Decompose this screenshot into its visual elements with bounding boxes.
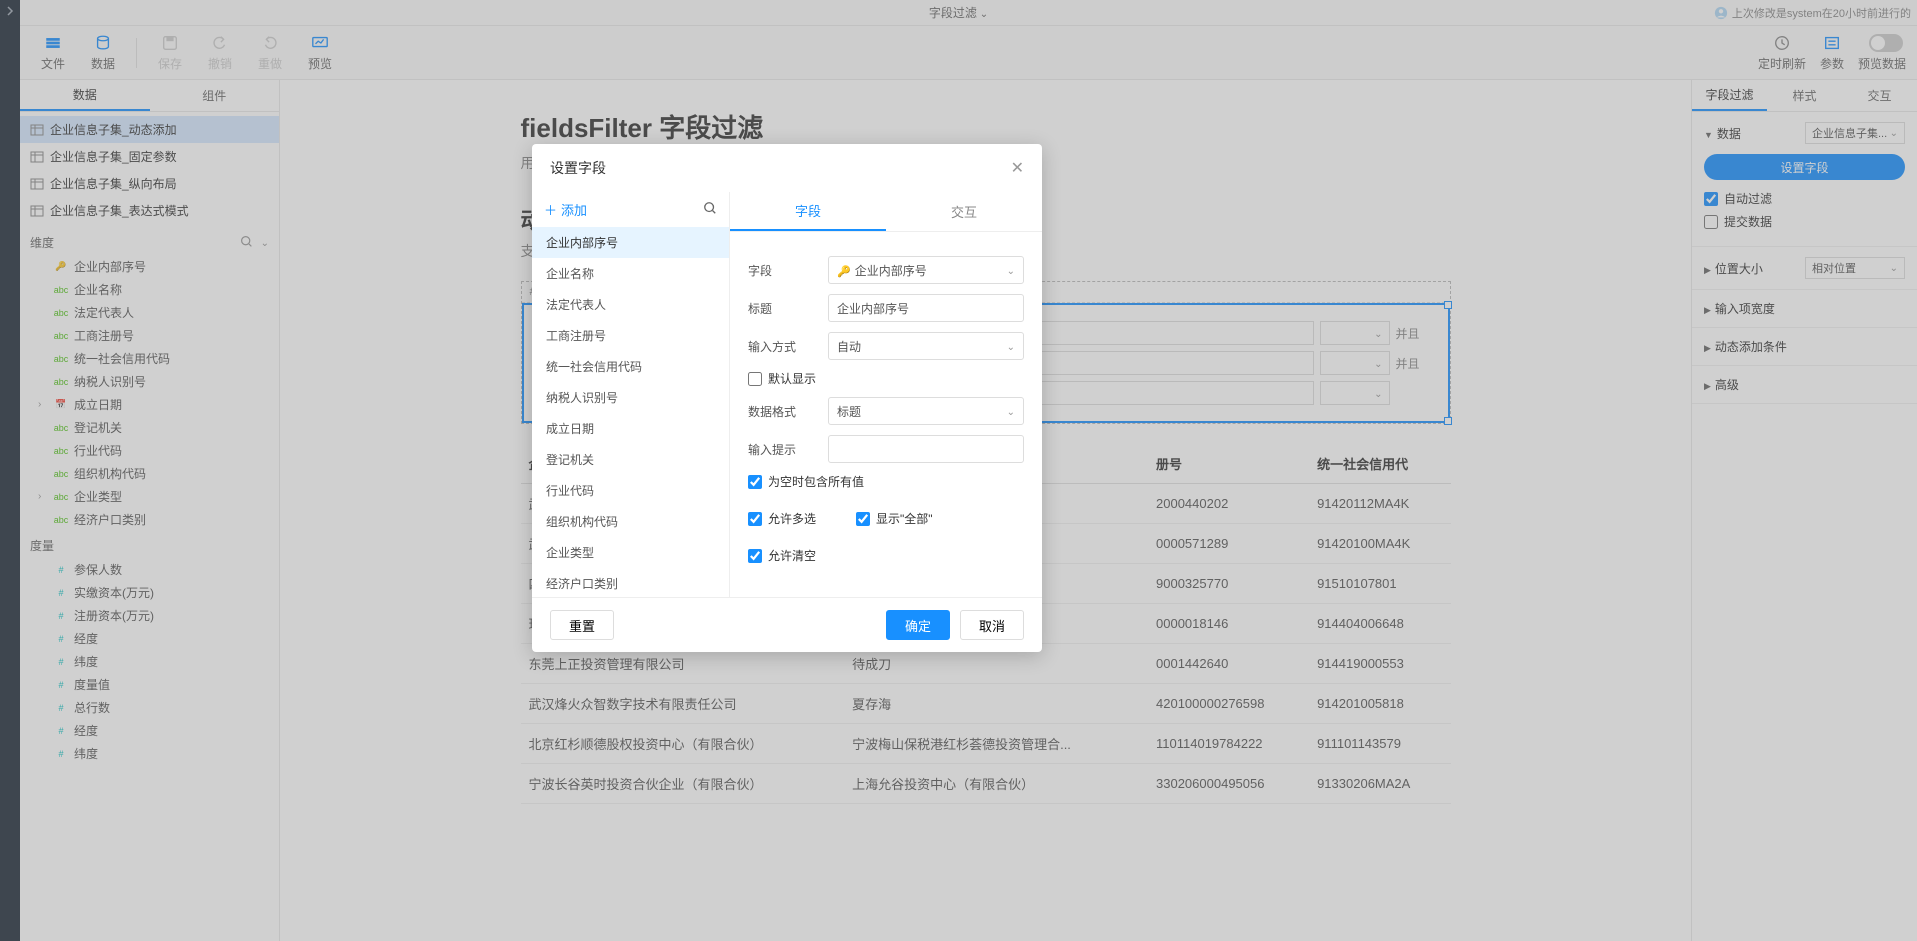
add-field-button[interactable]: ＋ 添加 (544, 200, 587, 219)
search-icon[interactable] (703, 201, 717, 218)
allow-multi-check[interactable]: 允许多选 (748, 510, 816, 527)
reset-button[interactable]: 重置 (550, 610, 614, 640)
field-list-item[interactable]: 组织机构代码 (532, 506, 729, 537)
field-list-item[interactable]: 企业名称 (532, 258, 729, 289)
dialog-tab-interact[interactable]: 交互 (886, 192, 1042, 231)
allow-clear-check[interactable]: 允许清空 (748, 547, 1024, 564)
cancel-button[interactable]: 取消 (960, 610, 1024, 640)
field-list-item[interactable]: 法定代表人 (532, 289, 729, 320)
set-fields-dialog: 设置字段 ✕ ＋ 添加 企业内部序号企业名称法定代表人工商注册号统一社会信用代码… (532, 144, 1042, 652)
field-list-item[interactable]: 企业内部序号 (532, 227, 729, 258)
input-mode-select[interactable]: 自动 (828, 332, 1024, 360)
dialog-title: 设置字段 (550, 158, 606, 178)
show-all-check[interactable]: 显示"全部" (856, 510, 933, 527)
field-list-item[interactable]: 成立日期 (532, 413, 729, 444)
field-list-item[interactable]: 企业类型 (532, 537, 729, 568)
field-list-item[interactable]: 登记机关 (532, 444, 729, 475)
dialog-tab-field[interactable]: 字段 (730, 192, 886, 231)
field-list-item[interactable]: 工商注册号 (532, 320, 729, 351)
field-list-item[interactable]: 经济户口类别 (532, 568, 729, 597)
field-select[interactable]: 🔑企业内部序号 (828, 256, 1024, 284)
input-hint-input[interactable] (828, 435, 1024, 463)
field-list-item[interactable]: 纳税人识别号 (532, 382, 729, 413)
field-list-item[interactable]: 统一社会信用代码 (532, 351, 729, 382)
close-icon[interactable]: ✕ (1011, 158, 1024, 178)
ok-button[interactable]: 确定 (886, 610, 950, 640)
default-show-check[interactable]: 默认显示 (748, 370, 1024, 387)
data-format-select[interactable]: 标题 (828, 397, 1024, 425)
title-input[interactable]: 企业内部序号 (828, 294, 1024, 322)
field-list-item[interactable]: 行业代码 (532, 475, 729, 506)
empty-all-check[interactable]: 为空时包含所有值 (748, 473, 1024, 490)
